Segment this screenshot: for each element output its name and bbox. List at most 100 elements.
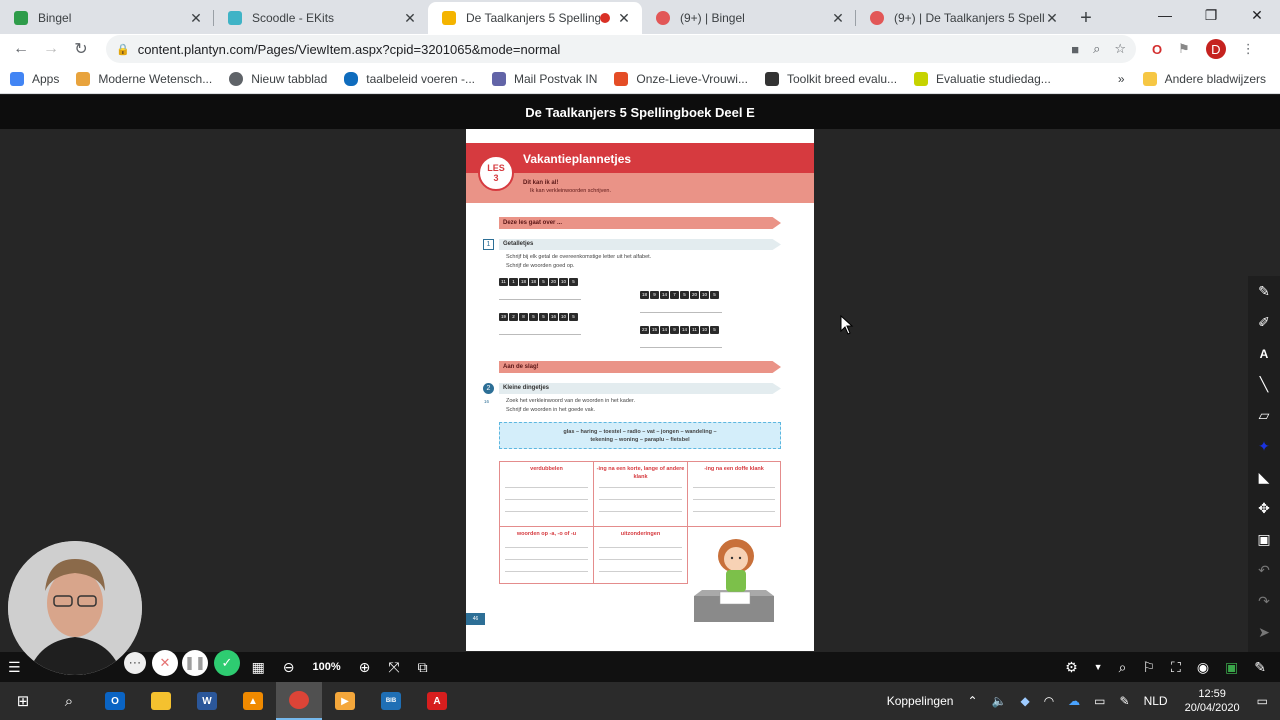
notifications-icon[interactable]: ▭ bbox=[1257, 694, 1268, 708]
bingel-favicon-icon bbox=[656, 11, 670, 25]
highlighter-icon[interactable]: ✐ bbox=[1248, 307, 1280, 338]
media-player-icon[interactable]: ▶ bbox=[322, 682, 368, 720]
tab-taalkanjers[interactable]: De Taalkanjers 5 Spellingb ✕ bbox=[428, 2, 642, 34]
stop-recording-icon[interactable]: ✕ bbox=[152, 650, 178, 676]
chrome-icon[interactable] bbox=[276, 682, 322, 720]
tab-bingel-notifications[interactable]: (9+) | Bingel ✕ bbox=[642, 2, 856, 34]
pen-icon[interactable]: ✎ bbox=[1120, 694, 1130, 708]
onedrive-icon[interactable]: ☁ bbox=[1068, 694, 1080, 708]
address-bar[interactable]: 🔒 content.plantyn.com/Pages/ViewItem.asp… bbox=[106, 35, 1136, 63]
word-icon[interactable]: W bbox=[184, 682, 230, 720]
restore-icon[interactable]: ❐ bbox=[1188, 0, 1234, 30]
bookmark-other[interactable]: Andere bladwijzers bbox=[1142, 72, 1266, 86]
profile-avatar[interactable]: D bbox=[1205, 39, 1226, 59]
close-icon[interactable]: ✕ bbox=[1044, 10, 1060, 27]
translate-icon[interactable]: ⚙ bbox=[1065, 659, 1078, 676]
camera-icon[interactable]: ■ bbox=[1071, 42, 1079, 57]
bookmark-toolkit[interactable]: Toolkit breed evalu... bbox=[764, 71, 897, 86]
dropbox-icon[interactable]: ◆ bbox=[1020, 694, 1029, 708]
star-icon[interactable]: ☆ bbox=[1114, 41, 1126, 57]
tab-title: Bingel bbox=[38, 11, 72, 25]
battery-icon[interactable]: ▭ bbox=[1094, 694, 1105, 708]
volume-icon[interactable]: 🔈 bbox=[992, 694, 1007, 708]
tab-title: (9+) | De Taalkanjers 5 Spelling bbox=[894, 11, 1044, 25]
bookmark-mail[interactable]: Mail Postvak IN bbox=[492, 71, 597, 86]
section-heading: Aan de slag! bbox=[499, 361, 781, 373]
opera-extension-icon[interactable]: O bbox=[1152, 42, 1162, 57]
minimize-icon[interactable]: — bbox=[1142, 0, 1188, 30]
move-icon[interactable]: ✥ bbox=[1248, 493, 1280, 524]
pencil-icon[interactable]: ✎ bbox=[1254, 659, 1266, 676]
dropdown-icon[interactable]: ▼ bbox=[1094, 662, 1103, 672]
thumbnails-icon[interactable]: ▦ bbox=[252, 659, 265, 676]
library-icon[interactable]: BIB bbox=[368, 682, 414, 720]
code-row: 18 9 14 7 5 20 10 5 bbox=[640, 291, 720, 299]
search-icon[interactable]: ⌕ bbox=[1119, 659, 1127, 676]
zoom-in-icon[interactable]: ⊕ bbox=[359, 659, 371, 676]
ruler-icon[interactable]: ◣ bbox=[1248, 462, 1280, 493]
vlc-icon[interactable]: ▲ bbox=[230, 682, 276, 720]
tray-label[interactable]: Koppelingen bbox=[887, 694, 954, 708]
file-explorer-icon[interactable] bbox=[138, 682, 184, 720]
tab-title: Scoodle - EKits bbox=[252, 11, 335, 25]
crop-icon[interactable]: ⛶ bbox=[1171, 659, 1181, 676]
line-tool-icon[interactable]: ╲ bbox=[1248, 369, 1280, 400]
pause-icon[interactable]: ❚❚ bbox=[182, 650, 208, 676]
close-icon[interactable]: ✕ bbox=[402, 10, 418, 27]
close-icon[interactable]: ✕ bbox=[830, 10, 846, 27]
more-bookmarks-icon[interactable]: » bbox=[1118, 72, 1125, 86]
tab-bingel[interactable]: Bingel ✕ bbox=[0, 2, 214, 34]
undo-icon[interactable]: ↶ bbox=[1248, 555, 1280, 586]
eye-icon[interactable]: ◉ bbox=[1197, 659, 1209, 676]
book-page: LES 3 Vakantieplannetjes Dit kan ik al! I… bbox=[466, 129, 814, 651]
toolkit-icon bbox=[764, 71, 779, 86]
back-icon[interactable]: ← bbox=[6, 40, 36, 58]
pointer-icon[interactable]: ➤ bbox=[1248, 617, 1280, 648]
tab-title: (9+) | Bingel bbox=[680, 11, 745, 25]
text-tool-icon[interactable]: A bbox=[1248, 338, 1280, 369]
bookmark-moderne-wetenschappen[interactable]: Moderne Wetensch... bbox=[76, 71, 212, 86]
color-picker-icon[interactable]: ✦ bbox=[1248, 431, 1280, 462]
bookmark-taalbeleid[interactable]: taalbeleid voeren -... bbox=[344, 71, 475, 86]
bookmark-olv[interactable]: Onze-Lieve-Vrouwi... bbox=[614, 71, 748, 86]
menu-icon[interactable]: ☰ bbox=[8, 659, 21, 676]
confirm-icon[interactable]: ✓ bbox=[214, 650, 240, 676]
reload-icon[interactable]: ↻ bbox=[66, 39, 96, 59]
bookmark-nieuw-tabblad[interactable]: Nieuw tabblad bbox=[229, 71, 327, 86]
tab-scoodle[interactable]: Scoodle - EKits ✕ bbox=[214, 2, 428, 34]
scoodle-favicon-icon bbox=[228, 11, 242, 25]
new-tab-button[interactable]: + bbox=[1070, 2, 1102, 34]
wifi-icon[interactable]: ◠ bbox=[1044, 694, 1054, 708]
eraser-icon[interactable]: ▱ bbox=[1248, 400, 1280, 431]
fit-icon[interactable]: ⤧ bbox=[388, 659, 399, 676]
outlook-icon[interactable]: O bbox=[92, 682, 138, 720]
language-indicator[interactable]: NLD bbox=[1144, 694, 1168, 708]
more-options-icon[interactable]: ⋯ bbox=[124, 652, 146, 674]
extension-icon[interactable]: ⚑ bbox=[1178, 41, 1190, 57]
close-icon[interactable]: ✕ bbox=[188, 10, 204, 27]
start-icon[interactable]: ⊞ bbox=[0, 682, 46, 720]
tab-taalkanjers-notifications[interactable]: (9+) | De Taalkanjers 5 Spelling ✕ bbox=[856, 2, 1070, 34]
forward-icon[interactable]: → bbox=[36, 40, 66, 58]
close-window-icon[interactable]: ✕ bbox=[1234, 0, 1280, 30]
image-icon[interactable]: ▣ bbox=[1248, 524, 1280, 555]
close-icon[interactable]: ✕ bbox=[616, 10, 632, 27]
acrobat-icon[interactable]: A bbox=[414, 682, 460, 720]
system-tray: Koppelingen ⌃ 🔈 ◆ ◠ ☁ ▭ ✎ NLD 12:59 20/0… bbox=[880, 682, 1280, 720]
search-icon[interactable]: ⌕ bbox=[46, 682, 92, 720]
table-cell: woorden op -a, -o of -u bbox=[499, 526, 594, 584]
fullscreen-icon[interactable]: ⧉ bbox=[418, 659, 428, 676]
bookmark-icon[interactable]: ⚐ bbox=[1142, 659, 1155, 676]
redo-icon[interactable]: ↷ bbox=[1248, 586, 1280, 617]
browser-toolbar: ← → ↻ 🔒 content.plantyn.com/Pages/ViewIt… bbox=[0, 34, 1280, 64]
zoom-icon[interactable]: ⌕ bbox=[1093, 41, 1100, 57]
save-icon[interactable]: ▣ bbox=[1225, 659, 1238, 676]
clock[interactable]: 12:59 20/04/2020 bbox=[1185, 687, 1240, 715]
exercise-title: Getalletjes bbox=[499, 239, 781, 250]
bookmark-apps[interactable]: Apps bbox=[10, 71, 59, 86]
pencil-icon[interactable]: ✎ bbox=[1248, 276, 1280, 307]
menu-icon[interactable]: ⋮ bbox=[1242, 41, 1255, 57]
chevron-up-icon[interactable]: ⌃ bbox=[967, 694, 977, 708]
bookmark-evaluatie[interactable]: Evaluatie studiedag... bbox=[914, 71, 1051, 86]
zoom-out-icon[interactable]: ⊖ bbox=[283, 659, 295, 676]
